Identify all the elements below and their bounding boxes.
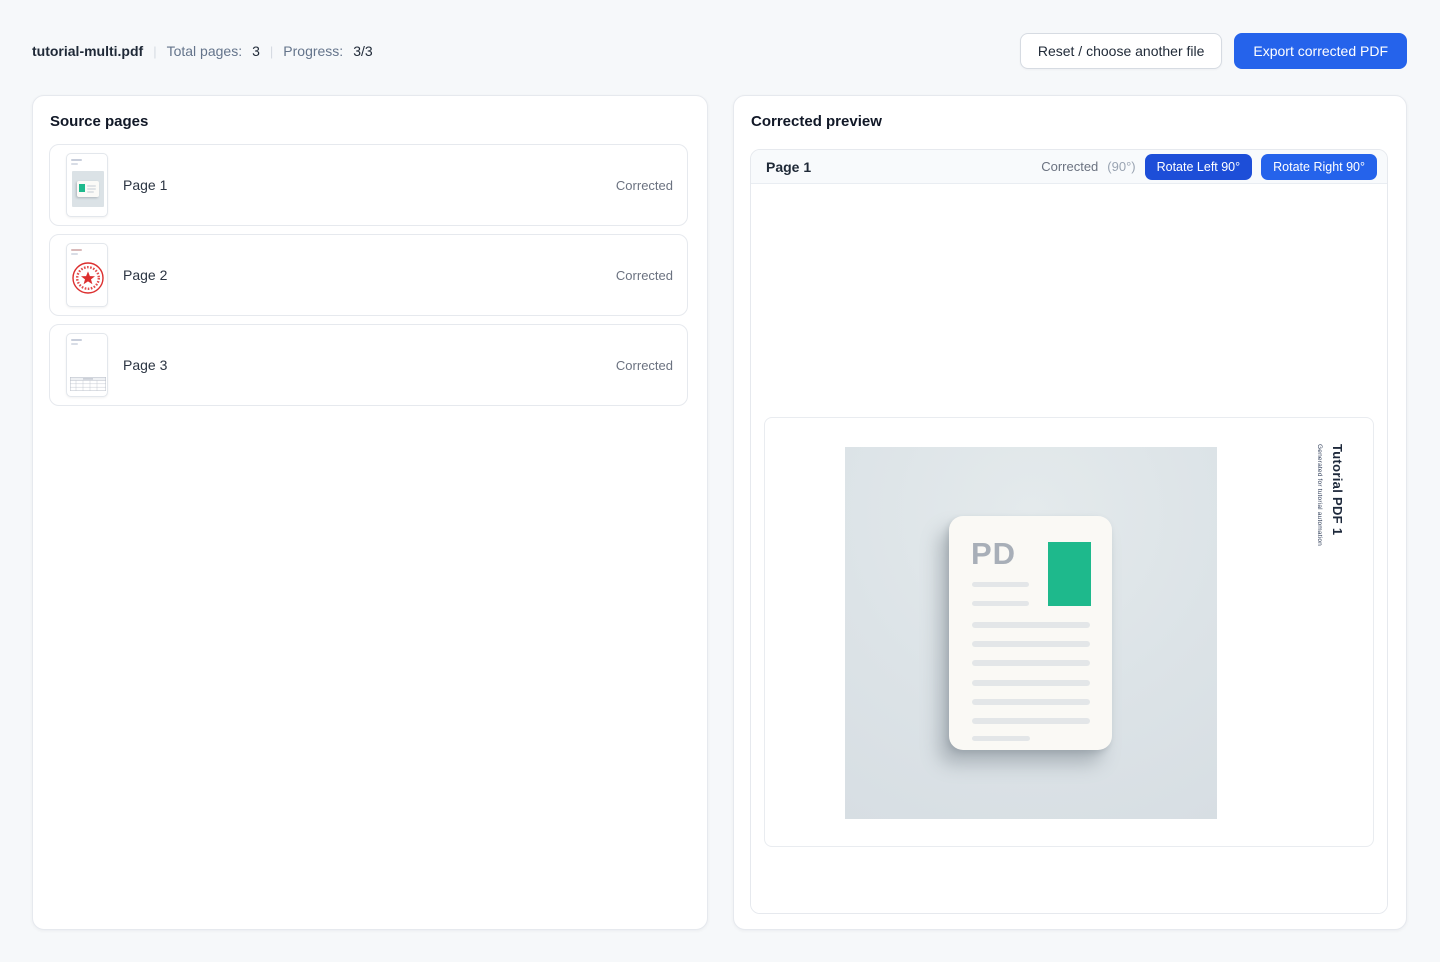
- preview-status-text: Corrected: [1041, 159, 1098, 174]
- green-block: [1048, 542, 1091, 606]
- preview-rotation-badge: (90°): [1107, 159, 1135, 174]
- source-page-item-1[interactable]: Page 1 Corrected: [49, 144, 688, 226]
- page-item-label: Page 3: [123, 357, 167, 373]
- rotate-right-button[interactable]: Rotate Right 90°: [1261, 154, 1377, 180]
- source-page-item-3[interactable]: Page 3 Corrected: [49, 324, 688, 406]
- file-name: tutorial-multi.pdf: [32, 43, 143, 59]
- preview-page-header: Page 1 Corrected (90°) Rotate Left 90° R…: [751, 150, 1387, 184]
- photo-thumbnail-image: [72, 171, 104, 207]
- total-pages-value: 3: [252, 43, 260, 59]
- corrected-preview-panel: Corrected preview Page 1 Corrected (90°)…: [733, 95, 1407, 930]
- corrected-preview-title: Corrected preview: [751, 113, 882, 130]
- page-item-label: Page 1: [123, 177, 167, 193]
- preview-page-label: Page 1: [766, 159, 811, 175]
- page-item-status: Corrected: [616, 268, 673, 283]
- page-2-thumbnail: [66, 243, 108, 307]
- topbar: tutorial-multi.pdf | Total pages: 3 | Pr…: [32, 33, 1407, 69]
- rotated-page-text: Tutorial PDF 1 Generated for tutorial au…: [1316, 444, 1345, 546]
- meta-separator: |: [153, 44, 156, 59]
- topbar-actions: Reset / choose another file Export corre…: [1020, 33, 1407, 69]
- document-illustration: PD: [949, 516, 1112, 750]
- corrected-pdf-page: PD Tutorial PDF 1 Ge: [764, 417, 1374, 847]
- page-item-status: Corrected: [616, 358, 673, 373]
- page-item-status: Corrected: [616, 178, 673, 193]
- preview-page-card: Page 1 Corrected (90°) Rotate Left 90° R…: [750, 149, 1388, 914]
- pdf-photo-illustration: PD: [845, 447, 1217, 819]
- progress-value: 3/3: [353, 43, 372, 59]
- reset-button[interactable]: Reset / choose another file: [1020, 33, 1223, 69]
- progress-label: Progress:: [283, 43, 343, 59]
- meta-separator: |: [270, 44, 273, 59]
- total-pages-label: Total pages:: [167, 43, 243, 59]
- page-vertical-subtitle: Generated for tutorial automation: [1316, 444, 1323, 546]
- source-page-item-2[interactable]: Page 2 Corrected: [49, 234, 688, 316]
- pd-text: PD: [971, 538, 1016, 569]
- page-item-label: Page 2: [123, 267, 167, 283]
- rotate-left-button[interactable]: Rotate Left 90°: [1145, 154, 1253, 180]
- preview-body: PD Tutorial PDF 1 Ge: [751, 184, 1387, 914]
- file-meta: tutorial-multi.pdf | Total pages: 3 | Pr…: [32, 43, 373, 59]
- page-1-thumbnail: [66, 153, 108, 217]
- export-pdf-button[interactable]: Export corrected PDF: [1234, 33, 1407, 69]
- red-seal-icon: [68, 258, 108, 298]
- source-pages-title: Source pages: [50, 113, 148, 130]
- mini-table-icon: [70, 377, 106, 391]
- page-3-thumbnail: [66, 333, 108, 397]
- source-pages-panel: Source pages Page 1 Corrected: [32, 95, 708, 930]
- page-vertical-title: Tutorial PDF 1: [1330, 444, 1345, 546]
